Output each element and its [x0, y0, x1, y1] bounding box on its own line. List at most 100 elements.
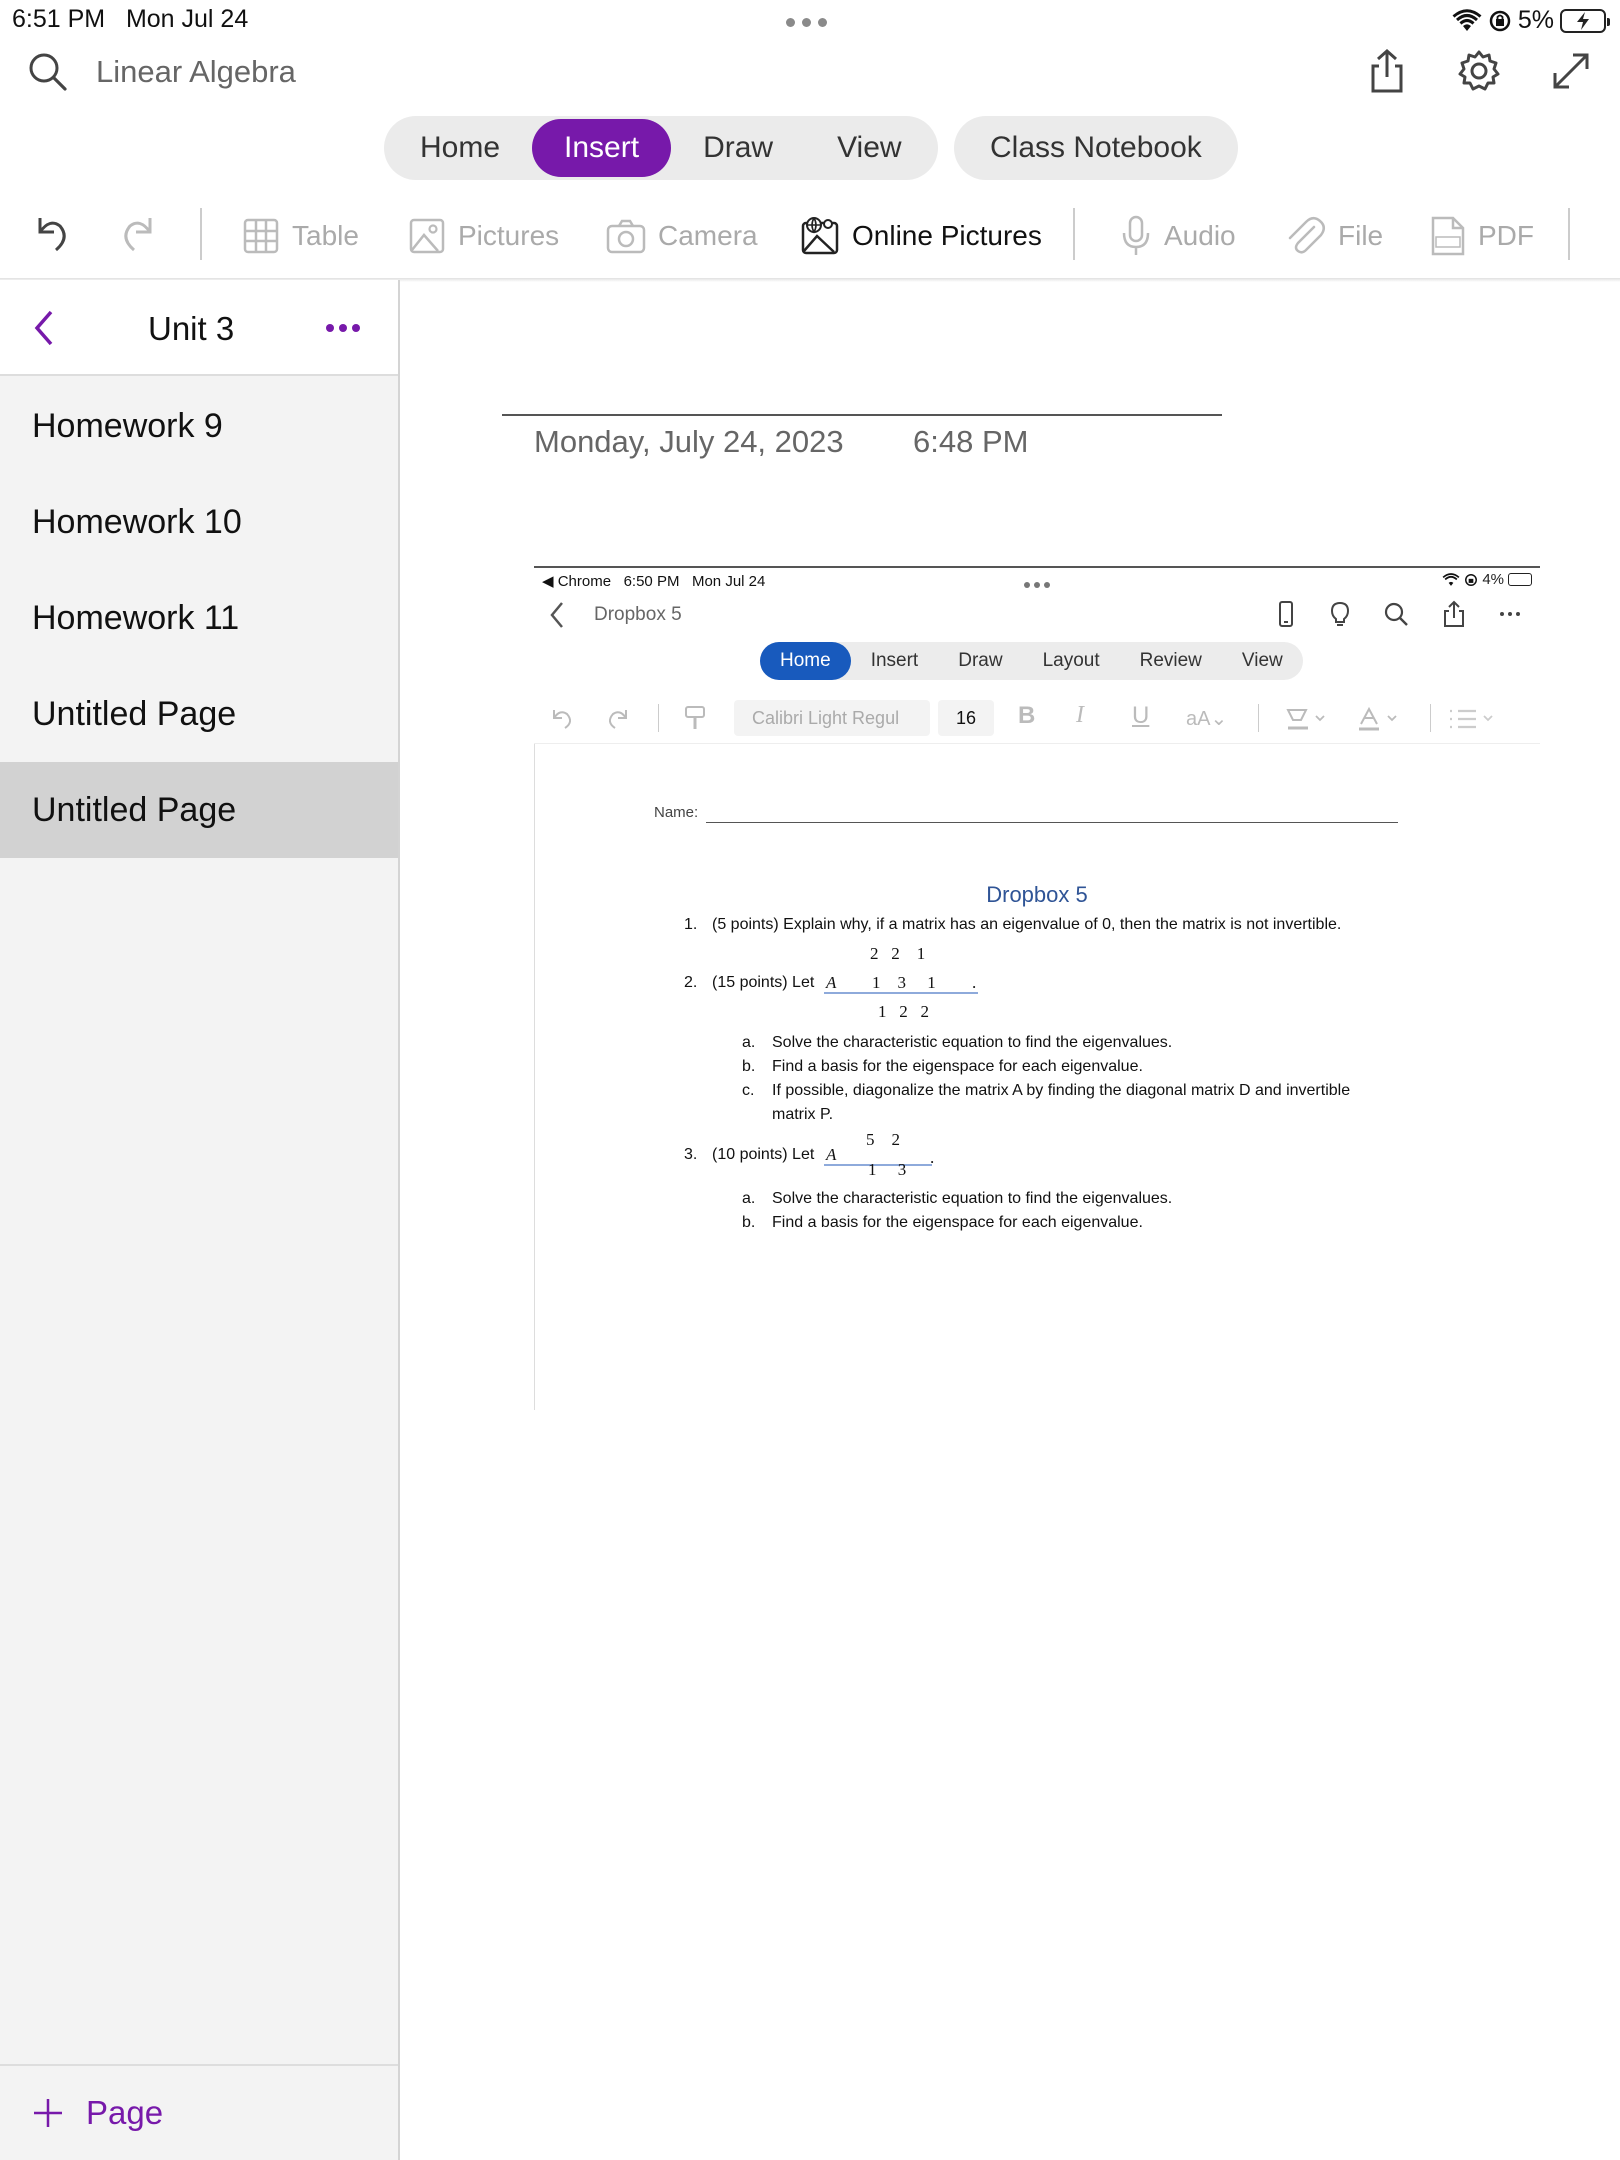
wifi-icon — [1452, 8, 1482, 31]
insert-file-button[interactable]: File — [1284, 204, 1383, 268]
back-chevron-icon — [550, 602, 563, 628]
multitask-dots[interactable] — [786, 18, 827, 27]
bullets-icon — [1450, 709, 1493, 729]
insert-audio-button[interactable]: Audio — [1120, 204, 1236, 268]
picture-icon — [409, 218, 445, 254]
q3-part-b: b. Find a basis for the eigenspace for ea… — [742, 1214, 1143, 1231]
format-painter-icon — [685, 706, 705, 729]
page-item-untitled-selected[interactable]: Untitled Page — [0, 762, 398, 858]
q2-part-a: a. Solve the characteristic equation to f… — [742, 1034, 1173, 1051]
q2-variable: A — [826, 973, 837, 992]
back-chevron-icon[interactable] — [32, 308, 56, 348]
screenshot-multitask-dots — [1024, 582, 1050, 588]
name-line — [706, 822, 1398, 823]
screenshot-status-right: 4% — [1442, 571, 1532, 588]
battery-percent: 5% — [1517, 6, 1554, 34]
q3-matrix-row-2: 1 3 — [868, 1160, 907, 1179]
q2-part-b: b. Find a basis for the eigenspace for ea… — [742, 1058, 1143, 1075]
battery-icon — [1560, 8, 1610, 33]
wifi-icon — [1442, 572, 1460, 586]
undo-icon — [553, 710, 571, 729]
screenshot-tab-draw: Draw — [958, 650, 1003, 671]
page-title-line[interactable] — [502, 414, 1222, 416]
search-icon — [1384, 602, 1408, 626]
insert-online-pictures-button[interactable]: Online Pictures — [800, 204, 1042, 268]
redo-icon — [609, 710, 627, 729]
toolbar-divider — [1073, 208, 1075, 260]
online-pictures-icon — [801, 217, 839, 255]
pdf-icon — [1431, 216, 1465, 256]
notebook-title[interactable]: Linear Algebra — [96, 54, 296, 90]
insert-camera-button[interactable]: Camera — [606, 204, 758, 268]
more-options-icon — [1500, 612, 1520, 616]
microphone-icon — [1122, 215, 1150, 255]
share-icon — [1444, 600, 1464, 627]
screenshot-status: ◀ Chrome 6:50 PM Mon Jul 24 — [542, 573, 766, 590]
question-2: 2. (15 points) Let — [684, 974, 815, 991]
question-1: 1. (5 points) Explain why, if a matrix ha… — [684, 916, 1342, 933]
status-right: 5% — [1452, 6, 1610, 35]
battery-icon — [1508, 573, 1532, 586]
q3-part-a: a. Solve the characteristic equation to f… — [742, 1190, 1173, 1207]
q2-part-c-continued: matrix P. — [772, 1106, 834, 1123]
page-item-homework-9[interactable]: Homework 9 — [0, 378, 398, 474]
screenshot-tab-insert: Insert — [870, 650, 919, 671]
page-date: Monday, July 24, 2023 — [534, 424, 844, 459]
insert-table-button[interactable]: Table — [242, 204, 359, 268]
insert-pdf-button[interactable]: PDF — [1430, 204, 1534, 268]
insert-pictures-button[interactable]: Pictures — [408, 204, 559, 268]
screenshot-tab-review: Review — [1139, 650, 1202, 671]
status-time: 6:51 PM Mon Jul 24 — [12, 5, 249, 33]
redo-icon[interactable] — [118, 204, 162, 268]
search-icon[interactable] — [28, 52, 68, 92]
tab-home[interactable]: Home — [388, 119, 532, 177]
add-page-button[interactable]: Page — [0, 2064, 398, 2160]
underline-icon: U — [1132, 702, 1150, 729]
tab-draw[interactable]: Draw — [671, 119, 805, 177]
gear-icon[interactable] — [1456, 48, 1502, 94]
tab-insert[interactable]: Insert — [532, 119, 672, 177]
question-3: 3. (10 points) Let — [684, 1146, 815, 1163]
table-icon — [243, 218, 279, 254]
screenshot-ribbon-tabs: Home Insert Draw Layout Review View — [760, 642, 1303, 680]
bold-icon: B — [1018, 702, 1036, 729]
q3-period: . — [930, 1148, 935, 1167]
phone-icon — [1279, 601, 1293, 627]
orientation-lock-icon — [1489, 10, 1511, 31]
screenshot-tab-view: View — [1241, 650, 1283, 671]
italic-icon: I — [1076, 702, 1084, 728]
expand-icon[interactable] — [1548, 48, 1594, 94]
screenshot-battery-percent: 4% — [1482, 571, 1504, 588]
q2-matrix-row-1: 2 2 1 — [870, 944, 926, 963]
highlight-icon — [1286, 709, 1325, 730]
toolbar-divider — [1568, 208, 1570, 260]
screenshot-document: Name: Dropbox 5 1. (5 points) Explain why… — [534, 744, 1540, 1410]
tab-view[interactable]: View — [805, 119, 933, 177]
q2-part-c: c. If possible, diagonalize the matrix A … — [742, 1082, 1351, 1099]
page-item-untitled[interactable]: Untitled Page — [0, 666, 398, 762]
q2-period: . — [972, 973, 977, 992]
share-icon[interactable] — [1364, 48, 1410, 94]
q2-matrix-row-2: 1 3 1 — [872, 973, 936, 992]
page-item-homework-11[interactable]: Homework 11 — [0, 570, 398, 666]
lightbulb-icon — [1330, 601, 1350, 626]
camera-icon — [606, 219, 646, 254]
q3-variable: A — [826, 1145, 837, 1164]
toolbar-divider — [200, 208, 202, 260]
embedded-screenshot[interactable]: ◀ Chrome 6:50 PM Mon Jul 24 4% Dropbox 5… — [534, 566, 1540, 1412]
q2-underline — [824, 992, 978, 994]
q3-matrix-row-1: 5 2 — [866, 1130, 900, 1149]
change-case-icon: aA⌄ — [1186, 708, 1228, 730]
page-item-homework-10[interactable]: Homework 10 — [0, 474, 398, 570]
tab-class-notebook[interactable]: Class Notebook — [958, 119, 1234, 177]
more-options-icon[interactable] — [326, 324, 360, 332]
screenshot-doc-name: Dropbox 5 — [594, 604, 682, 625]
class-notebook-group: Class Notebook — [954, 116, 1238, 180]
page-time: 6:48 PM — [913, 424, 1029, 459]
name-label: Name: — [654, 804, 699, 821]
screenshot-font-name: Calibri Light Regul — [734, 700, 930, 736]
screenshot-font-size: 16 — [938, 700, 994, 736]
page-list-sidebar: Unit 3 Homework 9 Homework 10 Homework 1… — [0, 280, 400, 2160]
screenshot-tab-layout: Layout — [1042, 650, 1100, 671]
undo-icon[interactable] — [28, 204, 72, 268]
